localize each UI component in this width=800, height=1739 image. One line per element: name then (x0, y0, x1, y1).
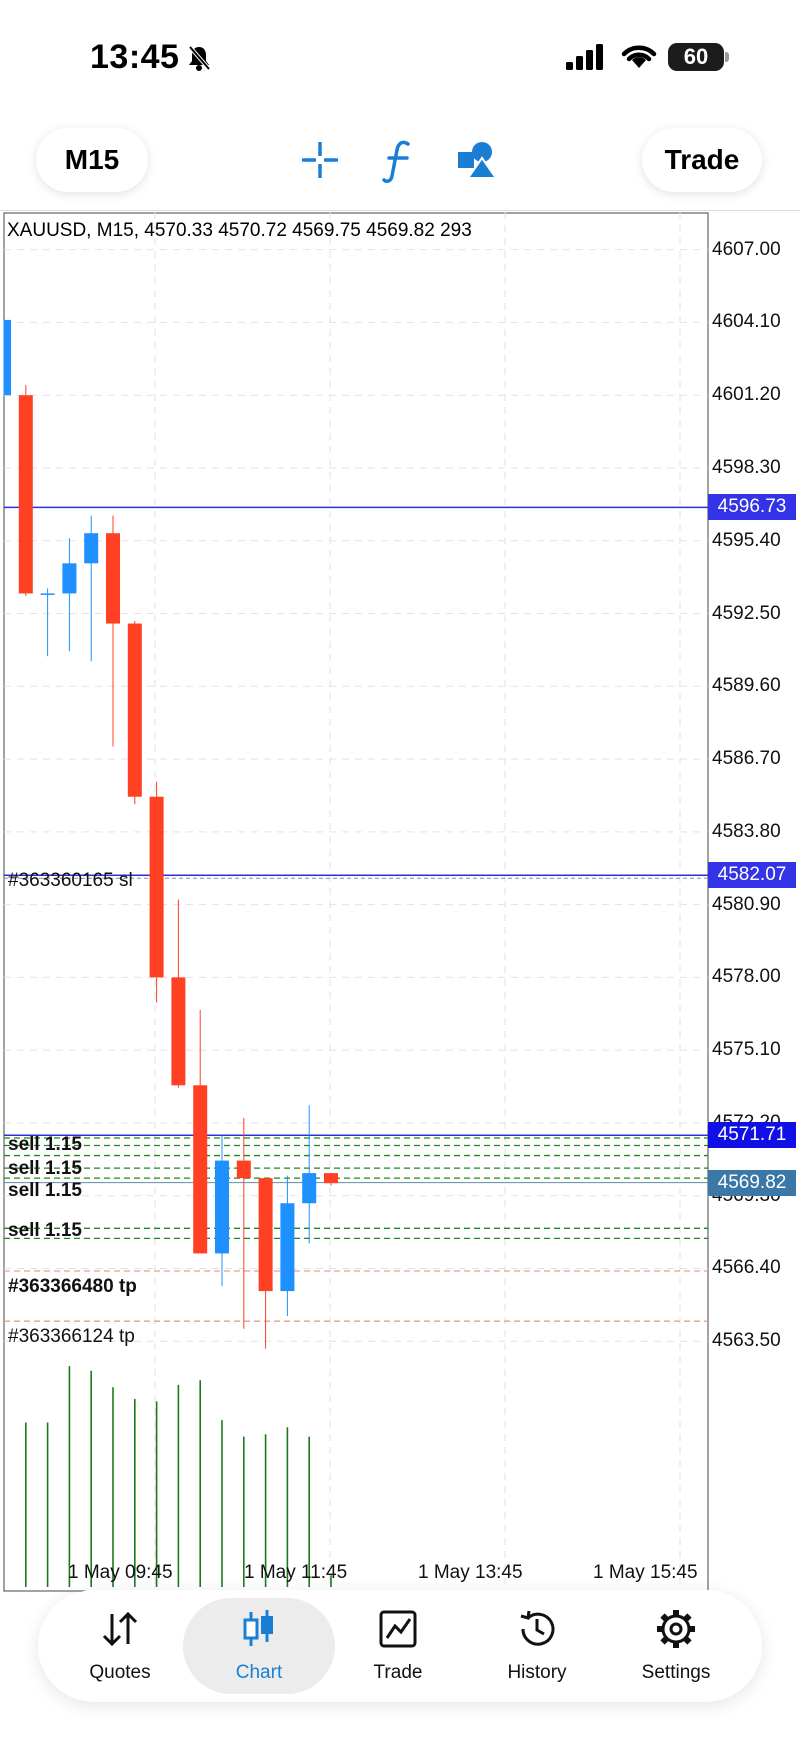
time-label-1145: 1 May 11:45 (244, 1562, 348, 1583)
price-tag-middle-line: 4582.07 (708, 862, 796, 889)
price-axis-label: 4580.90 (712, 893, 781, 915)
nav-chart-label: Chart (235, 1662, 283, 1683)
price-chart[interactable]: XAUUSD, M15, 4570.33 4570.72 4569.75 456… (0, 212, 800, 1592)
chart-symbol-info: XAUUSD, M15, 4570.33 4570.72 4569.75 456… (7, 220, 472, 241)
history-clock-icon (520, 1610, 555, 1646)
indicators-function-icon[interactable] (380, 132, 416, 188)
bottom-navigation: Quotes Chart Trade History Settings (38, 1590, 762, 1702)
order-label-sell[interactable]: sell 1.15 (8, 1220, 82, 1242)
price-axis-label: 4607.00 (712, 238, 781, 260)
price-axis-label: 4583.80 (712, 820, 781, 842)
candle-body (18, 395, 33, 594)
order-label-tp[interactable]: #363366124 tp (8, 1326, 135, 1348)
price-tag-bid: 4569.82 (708, 1169, 796, 1196)
price-tag-order-line: 4571.71 (708, 1122, 796, 1149)
quotes-arrows-icon (102, 1611, 138, 1647)
chart-canvas[interactable] (0, 212, 800, 1592)
status-bar: 13:45 60 (0, 0, 800, 110)
time-label-0945: 1 May 09:45 (68, 1562, 173, 1583)
order-label-sl[interactable]: #363360165 sl (8, 870, 133, 892)
bell-muted-icon (188, 45, 211, 71)
chart-frame (3, 212, 709, 1592)
nav-history[interactable]: History (462, 1590, 612, 1702)
candle-body (149, 796, 164, 978)
price-axis-label: 4566.40 (712, 1257, 781, 1279)
candle-body (258, 1178, 273, 1292)
time-label-1345: 1 May 13:45 (418, 1562, 523, 1583)
candle-body (127, 623, 142, 797)
settings-gear-icon (657, 1610, 695, 1648)
order-label-sell[interactable]: sell 1.15 (8, 1158, 82, 1180)
cellular-signal-icon (566, 44, 603, 70)
trade-button[interactable]: Trade (642, 128, 762, 192)
nav-history-label: History (507, 1662, 567, 1683)
price-axis-label: 4575.10 (712, 1039, 781, 1061)
battery-cap (725, 52, 729, 62)
wifi-icon (621, 45, 657, 68)
price-axis-label: 4604.10 (712, 311, 781, 333)
time-label-1545: 1 May 15:45 (593, 1562, 698, 1583)
price-axis-label: 4601.20 (712, 384, 781, 406)
candle-body (84, 533, 99, 564)
candle-body (236, 1160, 251, 1179)
crosshair-icon[interactable] (300, 132, 340, 188)
candle-body (40, 593, 55, 595)
nav-settings-label: Settings (641, 1662, 711, 1683)
candle-body (193, 1085, 208, 1254)
nav-settings[interactable]: Settings (601, 1590, 751, 1702)
price-axis-label: 4563.50 (712, 1330, 781, 1352)
timeframe-button[interactable]: M15 (36, 128, 148, 192)
candle-body (171, 977, 186, 1086)
price-axis-label: 4589.60 (712, 675, 781, 697)
price-axis-label: 4578.00 (712, 966, 781, 988)
candle-body (324, 1173, 338, 1184)
price-axis-label: 4586.70 (712, 748, 781, 770)
nav-trade[interactable]: Trade (323, 1590, 473, 1702)
price-axis-label: 4592.50 (712, 602, 781, 624)
nav-trade-label: Trade (373, 1662, 423, 1683)
candle-body (215, 1160, 229, 1254)
trade-chart-icon (379, 1610, 417, 1648)
order-label-tp[interactable]: #363366480 tp (8, 1276, 137, 1298)
objects-shapes-icon[interactable] (456, 132, 496, 188)
battery-indicator: 60 (668, 43, 724, 71)
nav-quotes[interactable]: Quotes (45, 1590, 195, 1702)
price-tag-upper-line: 4596.73 (708, 494, 796, 521)
candle-body (106, 533, 120, 624)
price-axis-label: 4598.30 (712, 456, 781, 478)
price-axis-label: 4595.40 (712, 529, 781, 551)
candle-body (302, 1173, 317, 1204)
chart-toolbar: M15 Trade (0, 110, 800, 211)
order-label-sell[interactable]: sell 1.15 (8, 1134, 82, 1156)
nav-quotes-label: Quotes (89, 1662, 151, 1683)
candle-body (62, 563, 77, 594)
candle-body (4, 319, 11, 396)
nav-chart[interactable]: Chart (184, 1590, 334, 1702)
order-label-sell[interactable]: sell 1.15 (8, 1180, 82, 1202)
candlestick-chart-icon (243, 1610, 273, 1646)
candle-body (280, 1203, 295, 1292)
status-time: 13:45 (90, 38, 180, 76)
